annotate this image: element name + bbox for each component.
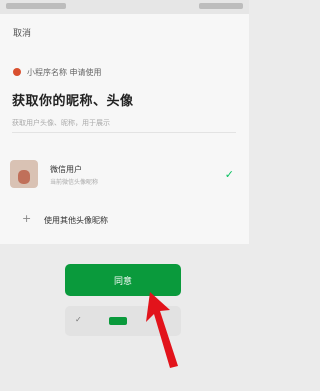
plus-icon: +	[22, 212, 32, 225]
checkbox-icon: ✓	[75, 315, 82, 324]
account-option-current[interactable]: 微信用户 当前微信头像昵称 ✓	[10, 154, 240, 194]
other-account-label: 使用其他头像昵称	[44, 216, 108, 225]
check-icon: ✓	[224, 168, 234, 181]
close-button[interactable]: 取消	[13, 26, 31, 39]
authorization-sheet: 取消 小程序名称 申请使用 获取你的昵称、头像 获取用户头像、昵称，用于展示 微…	[0, 14, 249, 244]
divider	[12, 132, 236, 133]
status-bar	[0, 0, 249, 14]
app-logo-icon	[13, 68, 21, 76]
app-name: 小程序名称 申请使用	[27, 67, 102, 77]
account-subtitle: 当前微信头像昵称	[50, 179, 99, 186]
reject-label-blur	[109, 317, 127, 325]
account-option-other[interactable]: + 使用其他头像昵称	[10, 208, 240, 232]
page-subtitle: 获取用户头像、昵称，用于展示	[12, 119, 110, 127]
status-right-icons	[199, 3, 243, 9]
status-left-icons	[6, 3, 66, 9]
page-title: 获取你的昵称、头像	[12, 94, 134, 109]
app-info-row: 小程序名称 申请使用	[13, 66, 102, 78]
avatar	[10, 160, 38, 188]
account-name: 微信用户	[50, 165, 82, 174]
red-arrow-annotation	[146, 292, 178, 368]
red-arrow-shape	[146, 292, 178, 368]
